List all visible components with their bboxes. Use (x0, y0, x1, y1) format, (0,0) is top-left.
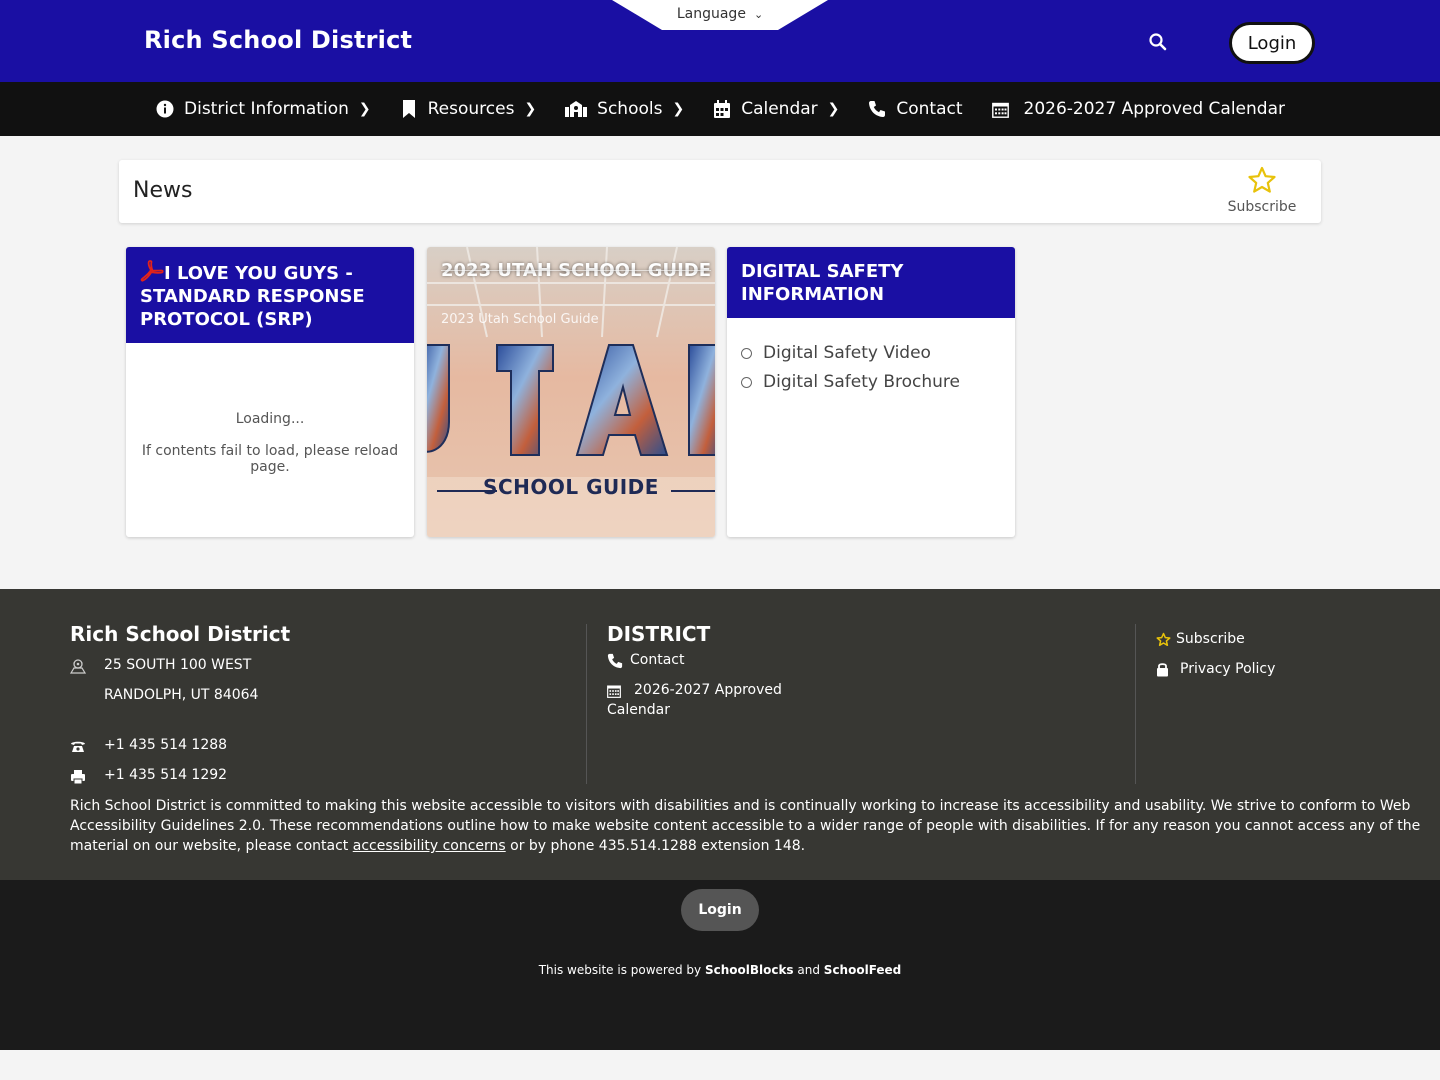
schoolfeed-link[interactable]: SchoolFeed (824, 963, 901, 977)
school-guide-title[interactable]: 2023 UTAH SCHOOL GUIDE (441, 260, 711, 281)
news-header-block: News Subscribe (119, 160, 1321, 223)
digital-safety-links: Digital Safety Video Digital Safety Broc… (741, 343, 960, 401)
fax-icon (71, 770, 85, 785)
footer-login-button[interactable]: Login (681, 889, 759, 931)
nav-item-resources[interactable]: Resources ❯ (399, 99, 537, 119)
powered-prefix: This website is powered by (538, 963, 705, 977)
nav-item-schools[interactable]: Schools ❯ (564, 99, 684, 119)
star-icon (1248, 166, 1276, 193)
srp-title: I LOVE YOU GUYS - STANDARD RESPONSE PROT… (140, 263, 365, 330)
main-navigation: District Information ❯ Resources ❯ Schoo… (0, 82, 1440, 136)
footer-divider (1135, 624, 1136, 784)
footer-phone[interactable]: +1 435 514 1288 (104, 737, 227, 753)
circle-bullet-icon (741, 376, 752, 388)
school-guide-subtitle: 2023 Utah School Guide (441, 312, 599, 327)
subscribe-button[interactable]: Subscribe (1219, 166, 1305, 215)
chevron-right-icon: ❯ (358, 101, 371, 117)
loading-text: Loading... (235, 411, 305, 427)
footer-link-approved-calendar-cont[interactable]: Calendar (607, 702, 670, 718)
nav-label: District Information (184, 99, 349, 119)
chevron-down-icon: ⌄ (753, 8, 764, 21)
link-digital-safety-brochure[interactable]: Digital Safety Brochure (741, 372, 960, 392)
chevron-right-icon: ❯ (827, 101, 840, 117)
reload-note: If contents fail to load, please reload … (141, 443, 399, 475)
school-icon (564, 99, 588, 119)
srp-block-header[interactable]: I LOVE YOU GUYS - STANDARD RESPONSE PROT… (126, 247, 414, 343)
footer-district-heading: DISTRICT (607, 622, 711, 646)
chevron-right-icon: ❯ (524, 101, 537, 117)
nav-item-district-information[interactable]: District Information ❯ (155, 99, 371, 119)
pdf-icon (140, 260, 164, 282)
star-icon (1156, 632, 1171, 647)
accessibility-tail: or by phone 435.514.1288 extension 148. (505, 838, 806, 854)
lock-icon (1157, 663, 1168, 677)
location-icon (70, 659, 86, 674)
powered-and: and (793, 963, 824, 977)
calendar-grid-icon (607, 685, 621, 698)
site-footer: Rich School District 25 SOUTH 100 WEST R… (0, 589, 1440, 880)
nav-label: Contact (896, 99, 963, 119)
address-line-2: RANDOLPH, UT 84064 (104, 687, 259, 703)
language-text: Language (676, 6, 746, 22)
footer-link-subscribe[interactable]: Subscribe (1176, 631, 1245, 647)
nav-label: Schools (597, 99, 663, 119)
nav-label: Calendar (741, 99, 818, 119)
nav-item-approved-calendar[interactable]: 2026-2027 Approved Calendar (991, 99, 1285, 119)
footer-link-contact[interactable]: Contact (630, 652, 684, 668)
footer-divider (586, 624, 587, 784)
footer-link-privacy-policy[interactable]: Privacy Policy (1180, 661, 1275, 677)
phone-icon (607, 653, 623, 669)
nav-item-calendar[interactable]: Calendar ❯ (712, 99, 839, 119)
nav-label: Resources (427, 99, 515, 119)
login-button[interactable]: Login (1229, 22, 1315, 64)
powered-by: This website is powered by SchoolBlocks … (0, 963, 1440, 977)
search-icon (1149, 33, 1167, 51)
digital-safety-header[interactable]: DIGITAL SAFETY INFORMATION (727, 247, 1015, 318)
calendar-icon (712, 99, 732, 119)
nav-label: 2026-2027 Approved Calendar (1023, 99, 1285, 119)
language-selector[interactable]: Language ⌄ (612, 0, 828, 30)
calendar-grid-icon (991, 99, 1011, 119)
info-circle-icon (155, 99, 175, 119)
circle-bullet-icon (741, 347, 752, 359)
digital-safety-block: DIGITAL SAFETY INFORMATION Digital Safet… (727, 247, 1015, 537)
school-guide-caption: SCHOOL GUIDE (483, 475, 659, 499)
utah-school-guide-block[interactable]: 2023 UTAH SCHOOL GUIDE 2023 Utah School … (427, 247, 715, 537)
site-title[interactable]: Rich School District (144, 26, 412, 54)
accessibility-concerns-link[interactable]: accessibility concerns (353, 838, 506, 854)
chevron-right-icon: ❯ (672, 101, 685, 117)
footer-org-name: Rich School District (70, 622, 291, 646)
subscribe-label: Subscribe (1227, 199, 1297, 215)
address-line-1: 25 SOUTH 100 WEST (104, 657, 252, 673)
footer-link-approved-calendar[interactable]: 2026-2027 Approved (634, 682, 782, 698)
site-header: Rich School District Language ⌄ Login (0, 0, 1440, 82)
phone-icon (867, 99, 887, 119)
school-guide-image: 2023 UTAH SCHOOL GUIDE 2023 Utah School … (427, 247, 715, 537)
link-label: Digital Safety Brochure (763, 372, 960, 392)
nav-item-contact[interactable]: Contact (867, 99, 963, 119)
srp-block: I LOVE YOU GUYS - STANDARD RESPONSE PROT… (126, 247, 414, 537)
search-button[interactable] (1146, 30, 1170, 54)
link-label: Digital Safety Video (763, 343, 931, 363)
footer-fax: +1 435 514 1292 (104, 767, 228, 783)
link-digital-safety-video[interactable]: Digital Safety Video (741, 343, 960, 363)
bottom-bar: Login This website is powered by SchoolB… (0, 880, 1440, 1050)
schoolblocks-link[interactable]: SchoolBlocks (705, 963, 794, 977)
accessibility-statement: Rich School District is committed to mak… (70, 796, 1440, 856)
news-title: News (133, 178, 193, 203)
bookmark-icon (399, 99, 419, 119)
telephone-icon (71, 741, 85, 752)
language-label: Language ⌄ (612, 6, 828, 22)
